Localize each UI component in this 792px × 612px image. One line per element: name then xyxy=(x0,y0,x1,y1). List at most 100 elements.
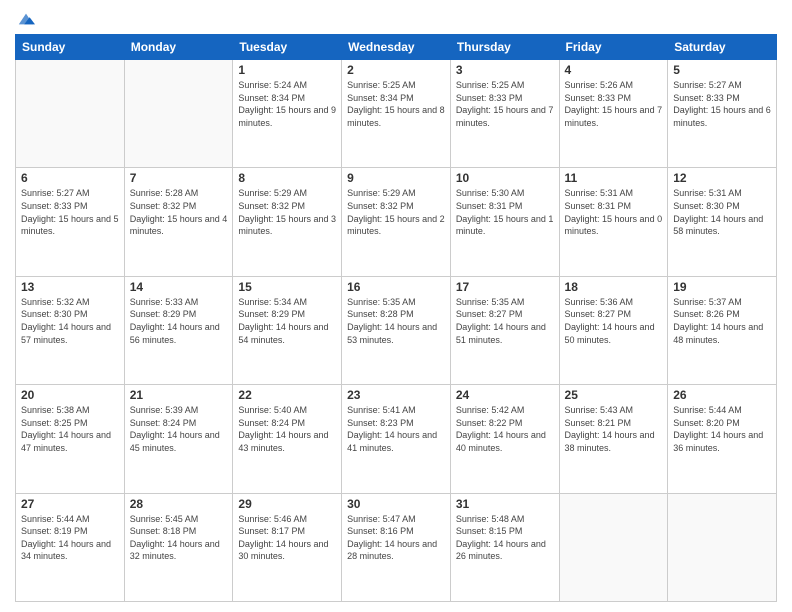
calendar-cell: 16Sunrise: 5:35 AM Sunset: 8:28 PM Dayli… xyxy=(342,276,451,384)
logo xyxy=(15,10,35,28)
weekday-header-cell: Saturday xyxy=(668,35,777,60)
weekday-header-cell: Monday xyxy=(124,35,233,60)
calendar-cell: 18 Sunrise: 5:36 AM Sunset: 8:27 PM Dayli… xyxy=(559,276,668,384)
calendar-cell: 5 Sunrise: 5:27 AM Sunset: 8:33 PM Daylig… xyxy=(668,60,777,168)
day-info: Sunrise: 5:31 AM Sunset: 8:30 PM Dayligh… xyxy=(673,187,771,237)
calendar-cell xyxy=(16,60,125,168)
calendar-cell: 26 Sunrise: 5:44 AM Sunset: 8:20 PM Dayli… xyxy=(668,385,777,493)
day-info: Sunrise: 5:43 AM Sunset: 8:21 PM Dayligh… xyxy=(565,404,663,454)
calendar-cell: 1Sunrise: 5:24 AM Sunset: 8:34 PM Daylig… xyxy=(233,60,342,168)
calendar-cell: 11Sunrise: 5:31 AM Sunset: 8:31 PM Dayli… xyxy=(559,168,668,276)
day-number: 7 xyxy=(130,171,228,185)
day-number: 22 xyxy=(238,388,336,402)
day-number: 20 xyxy=(21,388,119,402)
calendar-cell: 25 Sunrise: 5:43 AM Sunset: 8:21 PM Dayli… xyxy=(559,385,668,493)
day-info: Sunrise: 5:39 AM Sunset: 8:24 PM Dayligh… xyxy=(130,404,228,454)
day-info: Sunrise: 5:46 AM Sunset: 8:17 PM Dayligh… xyxy=(238,513,336,563)
calendar-cell: 15 Sunrise: 5:34 AM Sunset: 8:29 PM Dayli… xyxy=(233,276,342,384)
calendar-cell xyxy=(559,493,668,601)
weekday-header-cell: Thursday xyxy=(450,35,559,60)
day-number: 2 xyxy=(347,63,445,77)
day-info: Sunrise: 5:36 AM Sunset: 8:27 PM Dayligh… xyxy=(565,296,663,346)
calendar-cell: 29 Sunrise: 5:46 AM Sunset: 8:17 PM Dayli… xyxy=(233,493,342,601)
day-info: Sunrise: 5:33 AM Sunset: 8:29 PM Dayligh… xyxy=(130,296,228,346)
day-number: 17 xyxy=(456,280,554,294)
day-info: Sunrise: 5:27 AM Sunset: 8:33 PM Dayligh… xyxy=(21,187,119,237)
day-number: 25 xyxy=(565,388,663,402)
header xyxy=(15,10,777,28)
day-number: 6 xyxy=(21,171,119,185)
day-info: Sunrise: 5:42 AM Sunset: 8:22 PM Dayligh… xyxy=(456,404,554,454)
calendar-table: SundayMondayTuesdayWednesdayThursdayFrid… xyxy=(15,34,777,602)
day-info: Sunrise: 5:25 AM Sunset: 8:33 PM Dayligh… xyxy=(456,79,554,129)
day-info: Sunrise: 5:44 AM Sunset: 8:19 PM Dayligh… xyxy=(21,513,119,563)
calendar-cell: 3 Sunrise: 5:25 AM Sunset: 8:33 PM Daylig… xyxy=(450,60,559,168)
calendar-cell xyxy=(668,493,777,601)
calendar-week-row: 20Sunrise: 5:38 AM Sunset: 8:25 PM Dayli… xyxy=(16,385,777,493)
calendar-cell: 12 Sunrise: 5:31 AM Sunset: 8:30 PM Dayli… xyxy=(668,168,777,276)
calendar-cell: 23Sunrise: 5:41 AM Sunset: 8:23 PM Dayli… xyxy=(342,385,451,493)
day-info: Sunrise: 5:40 AM Sunset: 8:24 PM Dayligh… xyxy=(238,404,336,454)
day-info: Sunrise: 5:27 AM Sunset: 8:33 PM Dayligh… xyxy=(673,79,771,129)
day-info: Sunrise: 5:47 AM Sunset: 8:16 PM Dayligh… xyxy=(347,513,445,563)
day-info: Sunrise: 5:34 AM Sunset: 8:29 PM Dayligh… xyxy=(238,296,336,346)
weekday-header-cell: Sunday xyxy=(16,35,125,60)
day-info: Sunrise: 5:45 AM Sunset: 8:18 PM Dayligh… xyxy=(130,513,228,563)
logo-icon xyxy=(17,10,35,28)
calendar-cell: 14 Sunrise: 5:33 AM Sunset: 8:29 PM Dayli… xyxy=(124,276,233,384)
day-info: Sunrise: 5:37 AM Sunset: 8:26 PM Dayligh… xyxy=(673,296,771,346)
day-number: 14 xyxy=(130,280,228,294)
page: SundayMondayTuesdayWednesdayThursdayFrid… xyxy=(0,0,792,612)
day-info: Sunrise: 5:24 AM Sunset: 8:34 PM Dayligh… xyxy=(238,79,336,129)
day-number: 16 xyxy=(347,280,445,294)
calendar-cell: 24 Sunrise: 5:42 AM Sunset: 8:22 PM Dayli… xyxy=(450,385,559,493)
calendar-cell: 27 Sunrise: 5:44 AM Sunset: 8:19 PM Dayli… xyxy=(16,493,125,601)
day-info: Sunrise: 5:29 AM Sunset: 8:32 PM Dayligh… xyxy=(347,187,445,237)
day-number: 13 xyxy=(21,280,119,294)
calendar-cell: 30 Sunrise: 5:47 AM Sunset: 8:16 PM Dayli… xyxy=(342,493,451,601)
day-number: 26 xyxy=(673,388,771,402)
calendar-week-row: 27 Sunrise: 5:44 AM Sunset: 8:19 PM Dayli… xyxy=(16,493,777,601)
weekday-header-cell: Friday xyxy=(559,35,668,60)
weekday-header: SundayMondayTuesdayWednesdayThursdayFrid… xyxy=(16,35,777,60)
day-info: Sunrise: 5:26 AM Sunset: 8:33 PM Dayligh… xyxy=(565,79,663,129)
day-info: Sunrise: 5:48 AM Sunset: 8:15 PM Dayligh… xyxy=(456,513,554,563)
day-info: Sunrise: 5:29 AM Sunset: 8:32 PM Dayligh… xyxy=(238,187,336,237)
calendar-cell: 2 Sunrise: 5:25 AM Sunset: 8:34 PM Daylig… xyxy=(342,60,451,168)
calendar-cell: 17Sunrise: 5:35 AM Sunset: 8:27 PM Dayli… xyxy=(450,276,559,384)
calendar-week-row: 1Sunrise: 5:24 AM Sunset: 8:34 PM Daylig… xyxy=(16,60,777,168)
day-info: Sunrise: 5:25 AM Sunset: 8:34 PM Dayligh… xyxy=(347,79,445,129)
day-info: Sunrise: 5:41 AM Sunset: 8:23 PM Dayligh… xyxy=(347,404,445,454)
day-number: 11 xyxy=(565,171,663,185)
day-number: 27 xyxy=(21,497,119,511)
day-number: 30 xyxy=(347,497,445,511)
weekday-header-cell: Wednesday xyxy=(342,35,451,60)
day-number: 24 xyxy=(456,388,554,402)
day-number: 10 xyxy=(456,171,554,185)
calendar-cell: 21Sunrise: 5:39 AM Sunset: 8:24 PM Dayli… xyxy=(124,385,233,493)
calendar-cell: 13 Sunrise: 5:32 AM Sunset: 8:30 PM Dayli… xyxy=(16,276,125,384)
day-number: 12 xyxy=(673,171,771,185)
day-number: 5 xyxy=(673,63,771,77)
calendar-cell: 20Sunrise: 5:38 AM Sunset: 8:25 PM Dayli… xyxy=(16,385,125,493)
calendar-cell: 19 Sunrise: 5:37 AM Sunset: 8:26 PM Dayli… xyxy=(668,276,777,384)
calendar-cell: 7Sunrise: 5:28 AM Sunset: 8:32 PM Daylig… xyxy=(124,168,233,276)
day-number: 3 xyxy=(456,63,554,77)
day-info: Sunrise: 5:44 AM Sunset: 8:20 PM Dayligh… xyxy=(673,404,771,454)
calendar-cell: 8Sunrise: 5:29 AM Sunset: 8:32 PM Daylig… xyxy=(233,168,342,276)
day-number: 9 xyxy=(347,171,445,185)
calendar-cell: 9 Sunrise: 5:29 AM Sunset: 8:32 PM Daylig… xyxy=(342,168,451,276)
calendar-week-row: 13 Sunrise: 5:32 AM Sunset: 8:30 PM Dayli… xyxy=(16,276,777,384)
calendar-cell: 31Sunrise: 5:48 AM Sunset: 8:15 PM Dayli… xyxy=(450,493,559,601)
day-number: 15 xyxy=(238,280,336,294)
calendar-cell: 28Sunrise: 5:45 AM Sunset: 8:18 PM Dayli… xyxy=(124,493,233,601)
day-info: Sunrise: 5:32 AM Sunset: 8:30 PM Dayligh… xyxy=(21,296,119,346)
calendar-cell: 22 Sunrise: 5:40 AM Sunset: 8:24 PM Dayli… xyxy=(233,385,342,493)
day-number: 18 xyxy=(565,280,663,294)
calendar-cell: 6 Sunrise: 5:27 AM Sunset: 8:33 PM Daylig… xyxy=(16,168,125,276)
day-number: 19 xyxy=(673,280,771,294)
day-info: Sunrise: 5:30 AM Sunset: 8:31 PM Dayligh… xyxy=(456,187,554,237)
day-number: 29 xyxy=(238,497,336,511)
calendar-week-row: 6 Sunrise: 5:27 AM Sunset: 8:33 PM Daylig… xyxy=(16,168,777,276)
weekday-header-cell: Tuesday xyxy=(233,35,342,60)
